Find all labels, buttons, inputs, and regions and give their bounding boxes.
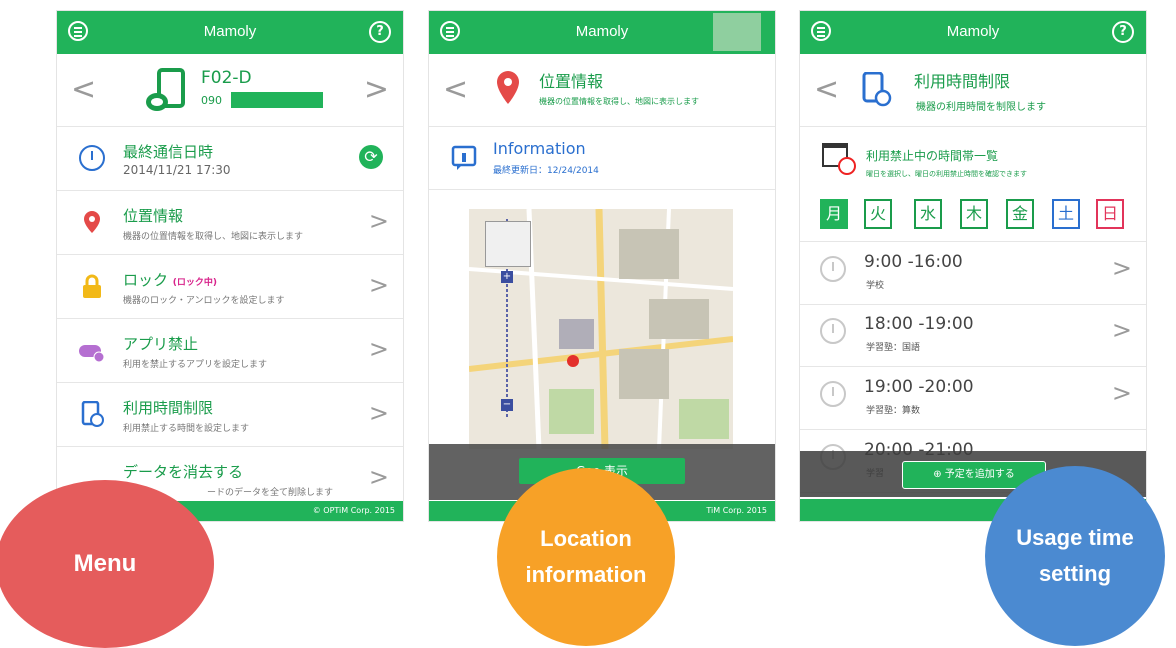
app-title: Mamoly: [946, 23, 1000, 40]
slot-time: 18:00 -19:00: [864, 314, 974, 334]
back-chevron-icon[interactable]: <: [814, 72, 839, 107]
menu-item-app-block[interactable]: アプリ禁止 利用を禁止するアプリを設定します >: [57, 319, 403, 383]
day-button-thu[interactable]: 木: [960, 199, 988, 229]
location-caption-text: Location information: [525, 526, 647, 587]
slot-label: 学校: [866, 281, 885, 291]
slot-time: 19:00 -20:00: [864, 377, 974, 397]
last-comm-label: 最終通信日時: [123, 143, 214, 161]
menu-item-label: ロック (ロック中): [123, 271, 218, 289]
clock-icon: [820, 318, 846, 344]
information-row[interactable]: Information 最終更新日：12/24/2014: [429, 127, 775, 190]
refresh-icon[interactable]: ⟳: [359, 145, 383, 169]
device-location-marker-icon: [567, 355, 579, 367]
page-subtitle: 機器の利用時間を制限します: [916, 102, 1046, 113]
day-button-tue[interactable]: 火: [864, 199, 892, 229]
menu-caption-text: Menu: [73, 550, 137, 577]
next-device-chevron-icon[interactable]: >: [364, 72, 389, 107]
day-button-wed[interactable]: 水: [914, 199, 942, 229]
page-title: 利用時間制限: [914, 72, 1011, 91]
device-icon: [146, 68, 185, 111]
chevron-right-icon: >: [368, 207, 389, 235]
map-zoom-control[interactable]: [485, 221, 531, 267]
help-icon[interactable]: ?: [369, 21, 391, 43]
gamepad-icon: [79, 345, 105, 363]
time-slot-row[interactable]: 9:00 -16:00 学校 >: [800, 241, 1146, 305]
chevron-right-icon: >: [368, 335, 389, 363]
menu-item-lock[interactable]: ロック (ロック中) 機器のロック・アンロックを設定します >: [57, 255, 403, 319]
time-slot-row[interactable]: 19:00 -20:00 学習塾：算数 >: [800, 367, 1146, 430]
usage-time-screen: Mamoly ? < 利用時間制限 機器の利用時間を制限します 利用禁止中の時間…: [799, 10, 1147, 522]
menu-caption: Menu: [0, 480, 214, 648]
back-chevron-icon[interactable]: <: [443, 72, 468, 107]
page-subtitle: 機器の位置情報を取得し、地図に表示します: [539, 97, 699, 106]
chevron-right-icon: >: [1111, 379, 1132, 407]
menu-item-label: 利用時間制限: [123, 399, 214, 417]
usage-caption: Usage time setting: [985, 466, 1165, 646]
day-button-mon[interactable]: 月: [820, 199, 848, 229]
menu-item-location[interactable]: 位置情報 機器の位置情報を取得し、地図に表示します >: [57, 191, 403, 255]
slot-time: 9:00 -16:00: [864, 252, 963, 272]
map-zoom-in-icon[interactable]: +: [501, 271, 513, 283]
chevron-right-icon: >: [1111, 316, 1132, 344]
day-button-fri[interactable]: 金: [1006, 199, 1034, 229]
chevron-right-icon: >: [1111, 254, 1132, 282]
blocked-list-desc: 曜日を選択し、曜日の利用禁止時間を確認できます: [866, 170, 1027, 178]
add-clock-icon: ⊕: [933, 469, 945, 480]
usage-caption-text: Usage time setting: [1016, 525, 1134, 586]
pin-icon: [497, 71, 519, 104]
menu-item-label: アプリ禁止: [123, 335, 199, 353]
chevron-right-icon: >: [368, 399, 389, 427]
clock-icon: [79, 145, 105, 171]
add-button-label: 予定を追加する: [944, 469, 1015, 480]
location-header: < 位置情報 機器の位置情報を取得し、地図に表示します: [429, 54, 775, 127]
header-placeholder: [713, 13, 761, 51]
day-button-sun[interactable]: 日: [1096, 199, 1124, 229]
last-communication-row: 最終通信日時 2014/11/21 17:30 ⟳: [57, 127, 403, 191]
info-icon: [451, 145, 477, 170]
phone-clock-icon: [862, 72, 892, 107]
info-date: 最終更新日：12/24/2014: [493, 166, 599, 176]
prev-device-chevron-icon[interactable]: <: [71, 72, 96, 107]
phone-clock-icon: [81, 401, 104, 427]
device-name: F02-D: [201, 68, 252, 88]
menu-item-desc: ードのデータを全て削除します: [207, 488, 334, 498]
lock-status-badge: (ロック中): [172, 278, 218, 288]
time-slot-row[interactable]: 18:00 -19:00 学習塾：国語 >: [800, 304, 1146, 367]
lock-icon: [83, 274, 101, 298]
day-button-sat[interactable]: 土: [1052, 199, 1080, 229]
blocked-list-title: 利用禁止中の時間帯一覧: [866, 149, 999, 163]
device-number: 090: [201, 94, 222, 107]
chevron-right-icon: >: [368, 463, 389, 491]
menu-item-label: 位置情報: [123, 207, 184, 225]
page-title: 位置情報: [539, 72, 604, 91]
calendar-block-icon: [822, 143, 856, 175]
slot-label: 学習塾：国語: [866, 343, 921, 353]
clock-icon: [820, 256, 846, 282]
menu-item-usage-limit[interactable]: 利用時間制限 利用禁止する時間を設定します >: [57, 383, 403, 447]
menu-item-desc: 利用禁止する時間を設定します: [123, 424, 250, 434]
top-bar: Mamoly ?: [57, 11, 403, 54]
app-title: Mamoly: [203, 23, 257, 40]
map-view[interactable]: + −: [469, 209, 733, 449]
menu-screen: Mamoly ? < F02-D 090 > 最終通信日時 2014/11/21…: [56, 10, 404, 522]
usage-header: < 利用時間制限 機器の利用時間を制限します: [800, 54, 1146, 127]
info-title: Information: [493, 139, 586, 158]
chevron-right-icon: >: [368, 271, 389, 299]
slot-label: 学習塾：算数: [866, 406, 921, 416]
menu-item-desc: 機器のロック・アンロックを設定します: [123, 296, 285, 306]
redacted-number: [231, 92, 323, 108]
clock-icon: [820, 381, 846, 407]
last-comm-value: 2014/11/21 17:30: [123, 163, 231, 177]
location-caption: Location information: [497, 468, 675, 646]
menu-item-desc: 機器の位置情報を取得し、地図に表示します: [123, 232, 304, 242]
help-icon[interactable]: ?: [1112, 21, 1134, 43]
device-selector: < F02-D 090 >: [57, 54, 403, 127]
menu-item-label: データを消去する: [123, 463, 244, 481]
menu-item-desc: 利用を禁止するアプリを設定します: [123, 360, 268, 370]
location-screen: Mamoly < 位置情報 機器の位置情報を取得し、地図に表示します Infor…: [428, 10, 776, 522]
pin-icon: [84, 211, 100, 233]
map-zoom-out-icon[interactable]: −: [501, 399, 513, 411]
top-bar: Mamoly ?: [800, 11, 1146, 54]
top-bar: Mamoly: [429, 11, 775, 54]
